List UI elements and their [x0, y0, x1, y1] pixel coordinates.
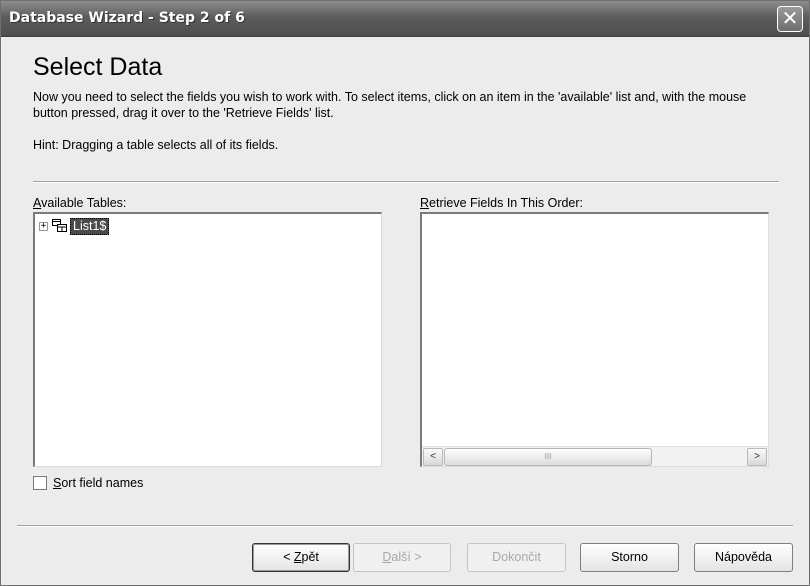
arrow-left-icon: < [430, 451, 436, 462]
next-button[interactable]: Další > [353, 543, 451, 572]
retrieve-fields-label: Retrieve Fields In This Order: [420, 196, 584, 210]
close-button[interactable]: ✕ [777, 6, 803, 32]
top-divider [33, 181, 779, 183]
scroll-right-button[interactable]: > [747, 448, 767, 466]
instructions-text: Now you need to select the fields you wi… [33, 90, 747, 120]
bottom-divider [17, 525, 793, 527]
cancel-button[interactable]: Storno [580, 543, 679, 572]
title-bar[interactable]: Database Wizard - Step 2 of 6 ✕ [1, 1, 809, 37]
scroll-left-button[interactable]: < [423, 448, 443, 466]
table-icon [52, 219, 68, 233]
sort-field-names-checkbox[interactable] [33, 476, 47, 490]
sort-field-names-label[interactable]: Sort field names [53, 476, 143, 490]
page-heading: Select Data [33, 53, 163, 81]
help-button[interactable]: Nápověda [694, 543, 793, 572]
tree-item-list1[interactable]: + List1$ [39, 217, 110, 235]
retrieve-fields-list[interactable]: < III > [420, 212, 769, 467]
available-tables-label: Available Tables: [33, 196, 127, 210]
arrow-right-icon: > [754, 451, 760, 462]
available-tables-tree[interactable]: + List1$ [33, 212, 382, 467]
wizard-window: Database Wizard - Step 2 of 6 ✕ Select D… [0, 0, 810, 586]
horizontal-scrollbar[interactable]: < III > [422, 446, 768, 466]
tree-item-label[interactable]: List1$ [70, 217, 110, 235]
scroll-thumb[interactable]: III [444, 448, 652, 466]
grip-icon: III [544, 452, 552, 461]
window-title: Database Wizard - Step 2 of 6 [9, 10, 245, 26]
finish-button[interactable]: Dokončit [467, 543, 566, 572]
back-button[interactable]: < Zpět [252, 543, 350, 572]
close-icon: ✕ [781, 6, 799, 30]
expand-plus-icon[interactable]: + [39, 221, 48, 231]
hint-text: Hint: Dragging a table selects all of it… [33, 138, 279, 152]
